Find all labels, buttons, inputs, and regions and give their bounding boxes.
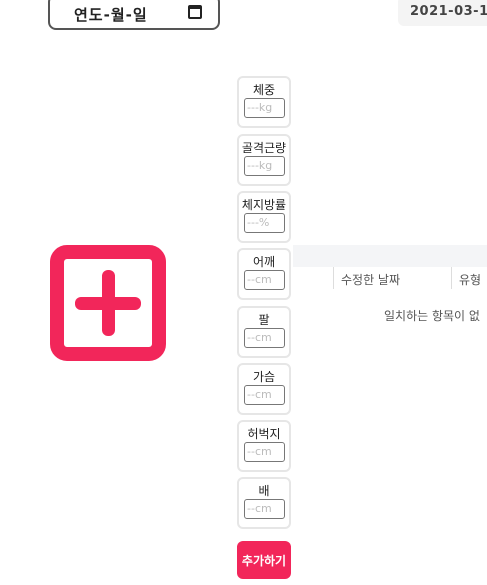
field-thigh: 허벅지 --cm <box>237 420 291 472</box>
field-belly-label: 배 <box>258 484 270 498</box>
table-toolbar <box>293 245 487 267</box>
field-arm-label: 팔 <box>258 313 270 327</box>
plus-square-icon[interactable] <box>50 245 166 361</box>
add-button[interactable]: 추가하기 <box>237 541 291 579</box>
field-shoulder-label: 어깨 <box>252 255 276 269</box>
date-input-placeholder: 연도-월-일 <box>74 6 148 24</box>
column-divider <box>333 267 334 289</box>
column-type[interactable]: 유형 <box>459 271 481 288</box>
date-input[interactable]: 연도-월-일 <box>48 0 220 30</box>
selected-date-text: 2021-03-11 <box>410 4 487 19</box>
thigh-input[interactable]: --cm <box>244 442 285 462</box>
page: 연도-월-일 2021-03-11 체중 ---kg 골격근량 ---kg 체지… <box>0 0 487 585</box>
selected-date-badge: 2021-03-11 <box>398 0 487 26</box>
field-skeletal-muscle: 골격근량 ---kg <box>237 134 291 186</box>
column-divider <box>451 267 452 289</box>
table-header: 수정한 날짜 유형 <box>293 267 487 289</box>
weight-input[interactable]: ---kg <box>244 98 285 118</box>
field-weight: 체중 ---kg <box>237 76 291 128</box>
field-body-fat-label: 체지방률 <box>241 198 287 212</box>
field-thigh-label: 허벅지 <box>247 427 281 441</box>
belly-input[interactable]: --cm <box>244 499 285 519</box>
chest-input[interactable]: --cm <box>244 385 285 405</box>
field-belly: 배 --cm <box>237 477 291 529</box>
body-fat-input[interactable]: ---% <box>244 213 285 233</box>
field-body-fat: 체지방률 ---% <box>237 191 291 243</box>
skeletal-muscle-input[interactable]: ---kg <box>244 156 285 176</box>
field-weight-label: 체중 <box>252 83 276 97</box>
field-skeletal-muscle-label: 골격근량 <box>241 141 287 155</box>
field-arm: 팔 --cm <box>237 306 291 358</box>
calendar-icon[interactable] <box>188 5 202 19</box>
column-modified-date[interactable]: 수정한 날짜 <box>341 271 400 288</box>
arm-input[interactable]: --cm <box>244 328 285 348</box>
field-chest: 가슴 --cm <box>237 363 291 415</box>
table-empty-message: 일치하는 항목이 없 <box>384 309 480 323</box>
shoulder-input[interactable]: --cm <box>244 270 285 290</box>
field-shoulder: 어깨 --cm <box>237 248 291 300</box>
field-chest-label: 가슴 <box>252 370 276 384</box>
